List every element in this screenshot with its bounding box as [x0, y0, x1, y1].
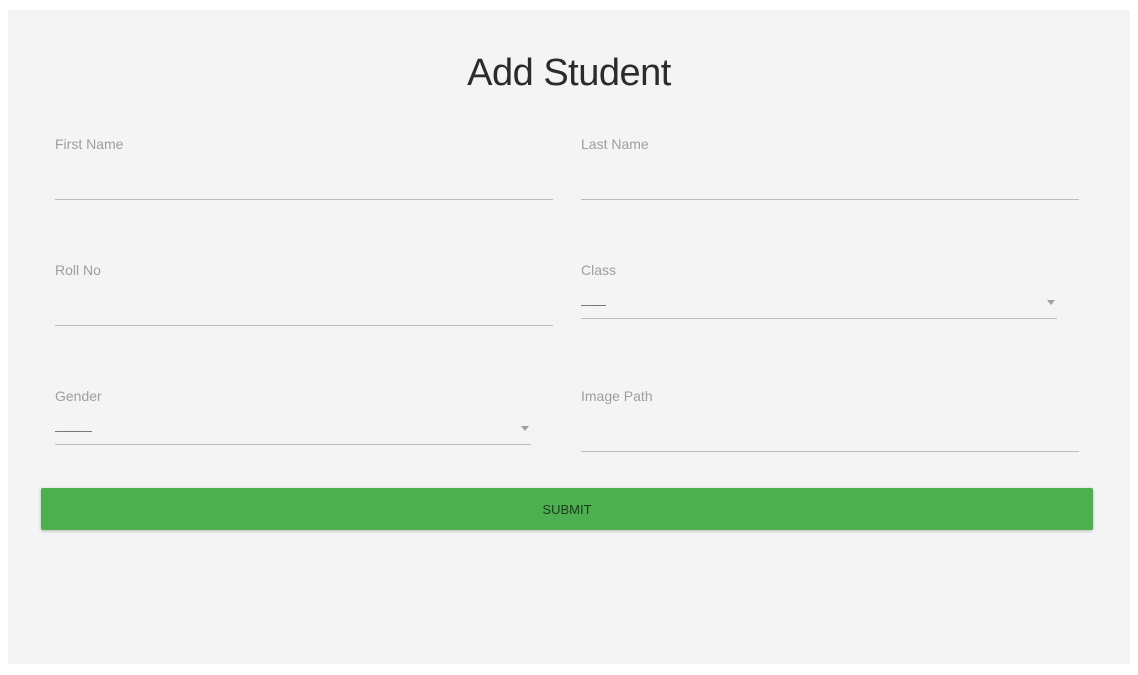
gender-label: Gender: [55, 388, 102, 404]
last-name-input[interactable]: [581, 172, 1079, 196]
last-name-underline: [581, 199, 1079, 200]
roll-no-field: Roll No: [55, 262, 553, 328]
gender-field: Gender ———: [55, 388, 531, 448]
page-title: Add Student: [467, 52, 671, 94]
add-student-panel: Add Student First Name Last Name Roll No…: [8, 10, 1130, 664]
last-name-label: Last Name: [581, 136, 649, 152]
class-underline: [581, 318, 1057, 319]
gender-underline: [55, 444, 531, 445]
first-name-label: First Name: [55, 136, 124, 152]
gender-select[interactable]: ———: [55, 414, 531, 444]
caret-down-icon: [1047, 300, 1055, 305]
image-path-field: Image Path: [581, 388, 1079, 454]
image-path-label: Image Path: [581, 388, 653, 404]
first-name-input[interactable]: [55, 172, 553, 196]
class-selected-value: ——: [581, 297, 606, 312]
caret-down-icon: [521, 426, 529, 431]
submit-button[interactable]: SUBMIT: [41, 488, 1093, 530]
image-path-underline: [581, 451, 1079, 452]
roll-no-underline: [55, 325, 553, 326]
first-name-field: First Name: [55, 136, 553, 202]
class-label: Class: [581, 262, 617, 278]
gender-selected-value: ———: [55, 423, 92, 438]
first-name-underline: [55, 199, 553, 200]
roll-no-input[interactable]: [55, 298, 553, 322]
class-select[interactable]: ——: [581, 288, 1057, 318]
image-path-input[interactable]: [581, 424, 1079, 448]
roll-no-label: Roll No: [55, 262, 101, 278]
last-name-field: Last Name: [581, 136, 1079, 202]
class-field: Class ——: [581, 262, 1057, 322]
